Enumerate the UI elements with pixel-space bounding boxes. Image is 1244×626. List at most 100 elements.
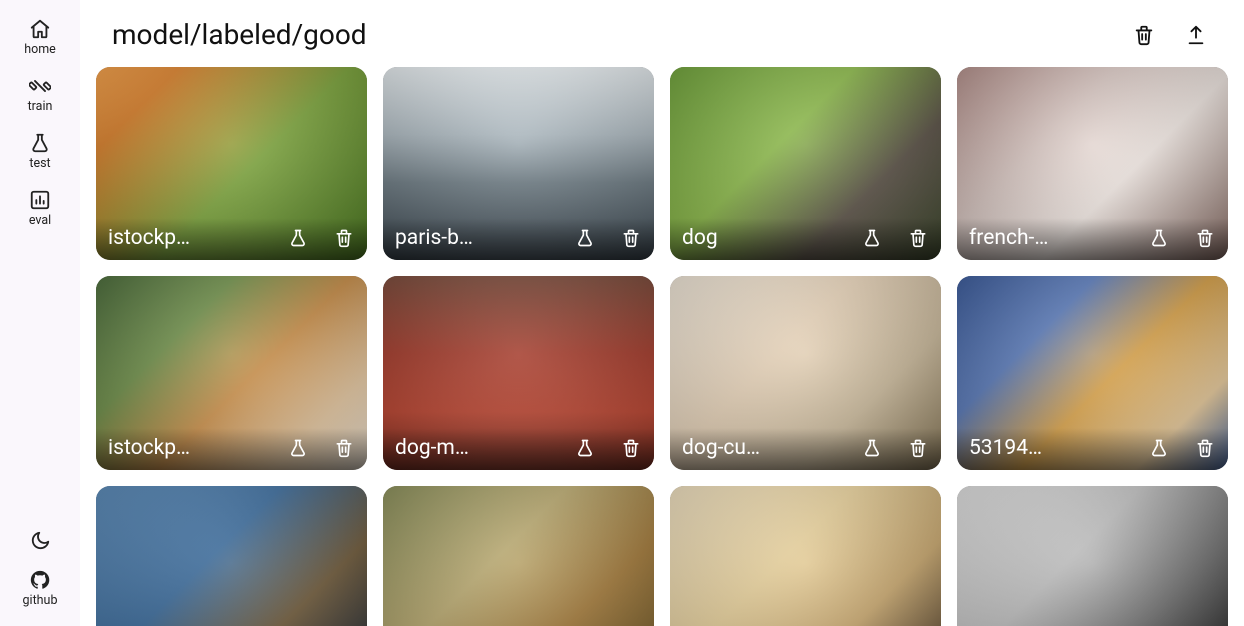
sidebar-nav: home train test eval — [10, 10, 70, 234]
image-card-actions — [574, 227, 642, 249]
image-card[interactable]: istockp… — [96, 276, 367, 469]
trash-icon — [1133, 24, 1155, 46]
image-card-actions — [861, 437, 929, 459]
trash-icon — [908, 438, 928, 458]
image-card[interactable]: istockp… — [96, 67, 367, 260]
image-card-actions — [574, 437, 642, 459]
chart-icon — [29, 189, 51, 211]
image-card-actions — [287, 437, 355, 459]
test-image-button[interactable] — [861, 437, 883, 459]
sidebar-item-label: train — [28, 99, 53, 114]
image-name: french-… — [969, 226, 1048, 250]
sidebar-item-eval[interactable]: eval — [10, 181, 70, 234]
image-card-footer: dog-m… — [383, 428, 654, 470]
image-name: istockp… — [108, 226, 190, 250]
github-icon — [29, 569, 51, 591]
image-name: dog-cu… — [682, 436, 760, 460]
image-card[interactable] — [670, 486, 941, 626]
image-thumbnail — [383, 486, 654, 626]
sidebar-item-label: home — [24, 42, 56, 57]
sidebar-item-train[interactable]: train — [10, 67, 70, 120]
delete-image-button[interactable] — [333, 227, 355, 249]
image-name: 53194… — [969, 436, 1042, 460]
image-name: dog-m… — [395, 436, 469, 460]
trash-icon — [1195, 228, 1215, 248]
image-card-actions — [1148, 437, 1216, 459]
trash-icon — [1195, 438, 1215, 458]
sidebar-item-label: test — [29, 156, 50, 171]
test-image-button[interactable] — [1148, 227, 1170, 249]
image-card[interactable]: dog-m… — [383, 276, 654, 469]
image-name: istockp… — [108, 436, 190, 460]
image-card-footer: paris-b… — [383, 218, 654, 260]
main: model/labeled/good istockp… paris-b… dog fr… — [80, 0, 1244, 626]
page-title: model/labeled/good — [112, 18, 367, 51]
trash-icon — [334, 438, 354, 458]
image-grid: istockp… paris-b… dog french-… istockp… dog-m… — [96, 67, 1228, 626]
flask-icon — [575, 438, 595, 458]
image-card-footer: 53194… — [957, 428, 1228, 470]
test-image-button[interactable] — [287, 227, 309, 249]
sidebar-item-label: github — [23, 593, 58, 608]
test-image-button[interactable] — [574, 227, 596, 249]
sidebar-item-label: eval — [29, 213, 51, 228]
image-card[interactable]: paris-b… — [383, 67, 654, 260]
test-image-button[interactable] — [861, 227, 883, 249]
image-card[interactable]: dog-cu… — [670, 276, 941, 469]
delete-all-button[interactable] — [1132, 23, 1156, 47]
delete-image-button[interactable] — [620, 437, 642, 459]
delete-image-button[interactable] — [1194, 227, 1216, 249]
sidebar-item-home[interactable]: home — [10, 10, 70, 63]
image-card-actions — [1148, 227, 1216, 249]
delete-image-button[interactable] — [907, 227, 929, 249]
flask-icon — [862, 438, 882, 458]
test-image-button[interactable] — [287, 437, 309, 459]
upload-icon — [1185, 24, 1207, 46]
delete-image-button[interactable] — [1194, 437, 1216, 459]
trash-icon — [334, 228, 354, 248]
delete-image-button[interactable] — [333, 437, 355, 459]
flask-icon — [575, 228, 595, 248]
trash-icon — [621, 438, 641, 458]
train-icon — [29, 75, 51, 97]
header: model/labeled/good — [94, 18, 1230, 67]
home-icon — [29, 18, 51, 40]
flask-icon — [1149, 438, 1169, 458]
flask-icon — [862, 228, 882, 248]
image-name: dog — [682, 226, 718, 250]
test-image-button[interactable] — [574, 437, 596, 459]
flask-icon — [288, 438, 308, 458]
test-image-button[interactable] — [1148, 437, 1170, 459]
image-grid-scroll[interactable]: istockp… paris-b… dog french-… istockp… dog-m… — [94, 67, 1230, 626]
image-thumbnail — [957, 486, 1228, 626]
image-card[interactable] — [96, 486, 367, 626]
flask-icon — [1149, 228, 1169, 248]
upload-button[interactable] — [1184, 23, 1208, 47]
flask-icon — [288, 228, 308, 248]
sidebar-bottom: github — [10, 523, 70, 614]
image-thumbnail — [96, 486, 367, 626]
image-card-footer: istockp… — [96, 428, 367, 470]
image-card[interactable] — [957, 486, 1228, 626]
image-card-footer: istockp… — [96, 218, 367, 260]
image-thumbnail — [670, 486, 941, 626]
sidebar-item-test[interactable]: test — [10, 124, 70, 177]
image-card-footer: french-… — [957, 218, 1228, 260]
trash-icon — [908, 228, 928, 248]
image-card-actions — [861, 227, 929, 249]
image-card[interactable] — [383, 486, 654, 626]
image-card[interactable]: dog — [670, 67, 941, 260]
theme-toggle[interactable] — [22, 523, 58, 559]
trash-icon — [621, 228, 641, 248]
image-card[interactable]: french-… — [957, 67, 1228, 260]
sidebar: home train test eval — [0, 0, 80, 626]
flask-icon — [29, 132, 51, 154]
image-card-footer: dog — [670, 218, 941, 260]
delete-image-button[interactable] — [907, 437, 929, 459]
header-actions — [1132, 23, 1226, 47]
moon-icon — [29, 530, 51, 552]
sidebar-item-github[interactable]: github — [10, 569, 70, 614]
image-card[interactable]: 53194… — [957, 276, 1228, 469]
image-card-footer: dog-cu… — [670, 428, 941, 470]
delete-image-button[interactable] — [620, 227, 642, 249]
